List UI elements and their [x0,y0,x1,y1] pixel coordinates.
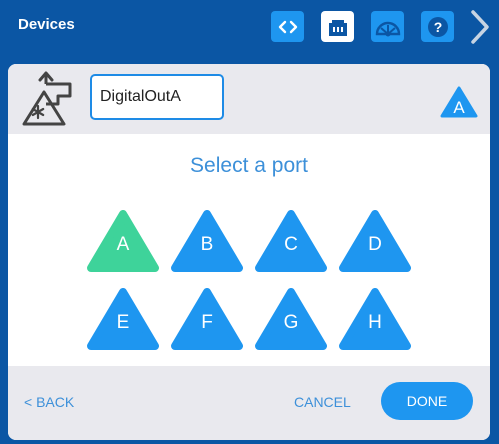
port-label: C [284,234,298,255]
port-selection-dialog: A Select a port A B C D E F G H < BACK CANCEL D… [8,64,490,440]
digital-out-device-icon [22,71,72,126]
top-bar: Devices ? [0,0,499,54]
selected-port-label: A [453,98,465,117]
port-option-f[interactable]: F [171,288,243,352]
port-option-d[interactable]: D [339,210,411,274]
port-label: G [283,312,299,333]
port-option-c[interactable]: C [255,210,327,274]
page-title: Devices [18,16,75,33]
svg-text:?: ? [433,19,442,35]
port-option-g[interactable]: G [255,288,327,352]
port-option-a[interactable]: A [87,210,159,274]
back-button[interactable]: < BACK [24,394,74,410]
port-option-h[interactable]: H [339,288,411,352]
port-label: H [368,312,382,333]
devices-port-icon [328,19,347,36]
port-option-e[interactable]: E [87,288,159,352]
device-name-input[interactable] [90,74,224,120]
dialog-footer: < BACK CANCEL DONE [8,366,490,440]
port-label: B [200,234,214,255]
help-question-icon: ? [427,16,448,37]
port-label: A [116,234,130,255]
port-label: F [201,312,213,333]
select-port-prompt: Select a port [190,154,308,177]
done-button[interactable]: DONE [381,382,473,420]
code-brackets-icon [278,20,297,33]
port-label: D [368,234,382,255]
cancel-button[interactable]: CANCEL [294,394,351,410]
dashboard-gauge-icon [375,21,400,36]
port-option-b[interactable]: B [171,210,243,274]
devices-button[interactable] [321,11,354,42]
device-header: A [8,64,490,134]
dashboard-button[interactable] [371,11,404,42]
selected-port-badge: A [440,86,478,118]
chevron-right-icon[interactable] [467,9,493,45]
code-view-button[interactable] [271,11,304,42]
help-button[interactable]: ? [421,11,454,42]
port-label: E [116,312,130,333]
